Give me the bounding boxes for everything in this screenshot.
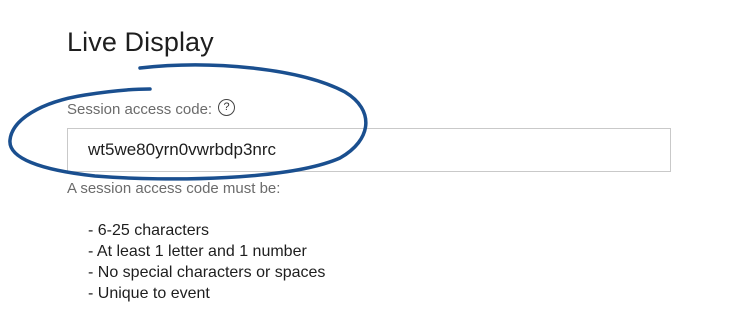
rule-item: - Unique to event: [88, 285, 210, 302]
rule-item: - At least 1 letter and 1 number: [88, 243, 307, 260]
session-code-helper-text: A session access code must be:: [67, 180, 281, 197]
rule-item: - 6-25 characters: [88, 222, 209, 239]
session-code-rules-list: - 6-25 characters - At least 1 letter an…: [88, 220, 325, 304]
session-code-label: Session access code:: [67, 101, 213, 118]
rule-item: - No special characters or spaces: [88, 264, 326, 281]
question-circle-icon[interactable]: ?: [218, 99, 236, 116]
session-code-input[interactable]: [67, 128, 671, 172]
page-title: Live Display: [67, 27, 214, 57]
session-code-label-row: Session access code: ?: [67, 99, 236, 118]
